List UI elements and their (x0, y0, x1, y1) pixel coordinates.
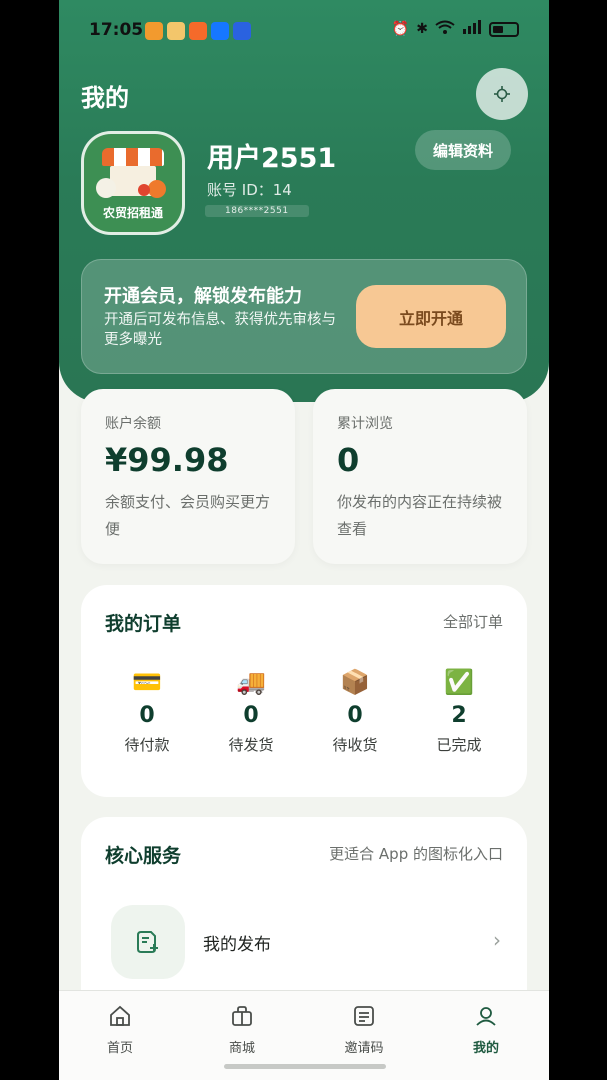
order-label: 待发货 (228, 736, 274, 754)
crosshair-icon (494, 86, 510, 102)
avatar[interactable]: 农贸招租通 (81, 131, 185, 235)
views-card[interactable]: 累计浏览 0 你发布的内容正在持续被查看 (313, 389, 527, 564)
orders-card: 我的订单 全部订单 💳 0 待付款 🚚 0 待发货 📦 0 待收货 ✅ 2 已完… (81, 585, 527, 797)
app-notification-icon (145, 22, 163, 40)
taobao-notification-icon (189, 22, 207, 40)
balance-value: ¥99.98 (105, 441, 229, 479)
market-stall-awning-icon (102, 148, 164, 166)
order-completed[interactable]: ✅ 2 已完成 (411, 665, 507, 755)
credit-card-icon: 💳 (132, 668, 162, 696)
account-id: 账号 ID：14 (207, 181, 292, 199)
alarm-icon: ⏰ (391, 21, 410, 37)
cabbage-icon (96, 178, 116, 198)
tab-label: 我的 (472, 1041, 499, 1056)
views-description: 你发布的内容正在持续被查看 (337, 493, 503, 538)
balance-label: 账户余额 (105, 416, 161, 432)
weather-notification-icon (167, 22, 185, 40)
wifi-icon (435, 20, 455, 38)
vip-title: 开通会员，解锁发布能力 (104, 286, 302, 307)
tab-mine[interactable]: 我的 (431, 1003, 541, 1056)
tab-home[interactable]: 首页 (65, 1003, 175, 1056)
cellular-signal-icon (462, 20, 482, 38)
views-value: 0 (337, 441, 360, 479)
service-item-my-posts[interactable]: 我的发布 › (111, 905, 501, 979)
core-services-card: 核心服务 更适合 App 的图标化入口 我的发布 › (81, 817, 527, 1017)
order-count: 0 (347, 703, 363, 728)
tab-invite-code[interactable]: 邀请码 (309, 1003, 419, 1056)
system-status-icons: ⏰ ✱ (392, 20, 519, 38)
check-mark-icon: ✅ (444, 668, 474, 696)
tab-label: 首页 (106, 1041, 133, 1056)
home-indicator (224, 1064, 386, 1069)
page-title: 我的 (81, 84, 129, 112)
truck-icon: 🚚 (236, 668, 266, 696)
shop-icon (187, 1003, 297, 1029)
bluetooth-icon: ✱ (416, 21, 428, 37)
user-name: 用户2551 (207, 143, 337, 174)
masked-phone: 186****2551 (205, 205, 309, 217)
order-label: 待付款 (124, 736, 170, 754)
vip-banner: 开通会员，解锁发布能力 开通后可发布信息、获得优先审核与更多曝光 立即开通 (81, 259, 527, 374)
tab-label: 商城 (228, 1041, 255, 1056)
battery-icon (489, 21, 519, 37)
document-add-icon (111, 905, 185, 979)
all-orders-link[interactable]: 全部订单 (443, 611, 503, 632)
services-title: 核心服务 (105, 845, 182, 867)
package-icon: 📦 (340, 668, 370, 696)
locate-button[interactable] (476, 68, 528, 120)
order-count: 2 (451, 703, 467, 728)
avatar-label: 农贸招租通 (102, 206, 163, 220)
invite-code-icon (309, 1003, 419, 1029)
notification-app-icons (145, 22, 251, 40)
services-subtitle: 更适合 App 的图标化入口 (329, 845, 503, 863)
order-pending-shipment[interactable]: 🚚 0 待发货 (203, 665, 299, 755)
status-bar: 17:05 ⏰ ✱ (59, 18, 549, 46)
app-screen: 17:05 ⏰ ✱ 我的 农贸招租通 用户2551 账号 ID：14 186**… (59, 0, 549, 1080)
orange-icon (148, 180, 166, 198)
open-vip-button[interactable]: 立即开通 (356, 285, 506, 348)
status-time: 17:05 (89, 20, 144, 40)
views-label: 累计浏览 (337, 416, 393, 432)
balance-description: 余额支付、会员购买更方便 (105, 493, 271, 538)
browser-notification-icon (233, 22, 251, 40)
user-icon (431, 1003, 541, 1029)
order-count: 0 (139, 703, 155, 728)
order-label: 待收货 (332, 736, 378, 754)
order-count: 0 (243, 703, 259, 728)
order-pending-receipt[interactable]: 📦 0 待收货 (307, 665, 403, 755)
vip-description: 开通后可发布信息、获得优先审核与更多曝光 (104, 312, 336, 348)
order-pending-payment[interactable]: 💳 0 待付款 (99, 665, 195, 755)
orders-title: 我的订单 (105, 613, 182, 635)
balance-card[interactable]: 账户余额 ¥99.98 余额支付、会员购买更方便 (81, 389, 295, 564)
tab-shop[interactable]: 商城 (187, 1003, 297, 1056)
home-icon (65, 1003, 175, 1029)
alipay-notification-icon (211, 22, 229, 40)
order-label: 已完成 (436, 736, 482, 754)
tomato-icon (138, 184, 150, 196)
tab-label: 邀请码 (344, 1041, 384, 1056)
chevron-right-icon: › (493, 928, 501, 952)
service-label: 我的发布 (203, 935, 271, 955)
edit-profile-button[interactable]: 编辑资料 (415, 130, 511, 170)
